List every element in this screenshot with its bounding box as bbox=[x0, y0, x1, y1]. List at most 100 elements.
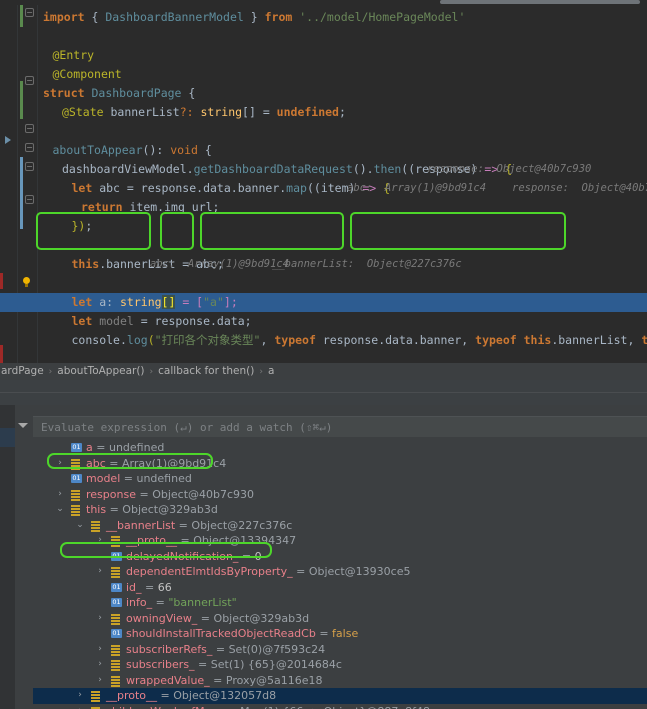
object-value-icon bbox=[111, 660, 120, 671]
code-token: "a" bbox=[203, 295, 224, 309]
variable-row[interactable]: 01 delayedNotification_ = 0 bbox=[33, 549, 647, 565]
variable-row[interactable]: › wrappedValue_ = Proxy@5a116e18 bbox=[33, 673, 647, 689]
code-line[interactable] bbox=[0, 236, 647, 255]
code-line[interactable]: aboutToAppear(): void { bbox=[0, 141, 647, 160]
variable-row[interactable]: ⌄ this = Object@329ab3d bbox=[33, 502, 647, 518]
code-token: ?: bbox=[179, 105, 201, 119]
object-value-icon bbox=[91, 520, 100, 532]
code-line[interactable]: dashboardViewModel.getDashboardDataReque… bbox=[0, 160, 647, 179]
code-token: getDashboardDataRequest bbox=[193, 162, 353, 176]
variable-row[interactable]: ⌄ __bannerList = Object@227c376c bbox=[33, 518, 647, 534]
variable-row[interactable]: › response = Object@40b7c930 bbox=[33, 487, 647, 503]
variable-name: info_ bbox=[126, 596, 153, 609]
variable-row[interactable]: › dependentElmtIdsByProperty_ = Object@13… bbox=[33, 564, 647, 580]
variable-row[interactable]: › subscriberRefs_ = Set(0)@7f593c24 bbox=[33, 642, 647, 658]
code-token: let bbox=[71, 295, 100, 309]
code-token: this bbox=[71, 257, 100, 271]
chevron-right-icon[interactable]: › bbox=[95, 673, 105, 689]
variable-row[interactable]: 01 model = undefined bbox=[33, 471, 647, 487]
variable-row[interactable]: › subscribers_ = Set(1) {65}@2014684c bbox=[33, 657, 647, 673]
variable-row[interactable]: › owningView_ = Object@329ab3d bbox=[33, 611, 647, 627]
code-line[interactable] bbox=[0, 27, 647, 46]
code-line[interactable]: @Component bbox=[0, 65, 647, 84]
variable-row[interactable]: 01 a = undefined bbox=[33, 440, 647, 456]
variable-row[interactable]: 01 info_ = "bannerList" bbox=[33, 595, 647, 611]
variables-tree[interactable]: 01 a = undefined › abc = Array(1)@9bd91c4 01… bbox=[33, 438, 647, 709]
variable-equals: = bbox=[197, 611, 214, 625]
object-value-icon bbox=[71, 458, 80, 470]
code-line[interactable]: return item.img_url; bbox=[0, 198, 647, 217]
variable-row[interactable]: › __proto__ = Object@13394347 bbox=[33, 533, 647, 549]
chevron-right-icon[interactable]: › bbox=[95, 611, 105, 627]
breadcrumb-item[interactable]: ardPage bbox=[0, 365, 45, 377]
code-token: = bbox=[133, 314, 155, 328]
chevron-right-icon[interactable]: › bbox=[95, 564, 105, 580]
object-value-icon bbox=[111, 644, 120, 656]
code-token: = [ bbox=[175, 295, 204, 309]
variable-value: undefined bbox=[136, 472, 192, 485]
object-value-icon bbox=[111, 613, 120, 625]
scrollbar-thumb[interactable] bbox=[440, 0, 640, 4]
code-line[interactable]: console.log("打印各个对象类型", typeof response.… bbox=[0, 331, 647, 350]
breadcrumb-item[interactable]: callback for then() bbox=[157, 365, 255, 377]
variable-value: Object@40b7c930 bbox=[152, 487, 255, 501]
variable-name: a bbox=[86, 441, 93, 454]
chevron-down-icon[interactable] bbox=[18, 423, 28, 428]
code-token: ; bbox=[85, 219, 93, 233]
variable-equals: = bbox=[194, 658, 211, 671]
chevron-right-icon[interactable]: › bbox=[55, 456, 65, 472]
chevron-right-icon[interactable]: › bbox=[95, 533, 105, 549]
code-line[interactable]: let a: string[] = ["a"]; bbox=[0, 293, 647, 312]
code-token: log bbox=[126, 333, 148, 347]
chevron-right-icon[interactable]: › bbox=[95, 657, 105, 673]
variable-name: response bbox=[86, 487, 136, 501]
code-token: map bbox=[286, 181, 307, 195]
chevron-down-icon[interactable]: ⌄ bbox=[75, 518, 85, 534]
variable-name: dependentElmtIdsByProperty_ bbox=[126, 565, 293, 578]
code-line[interactable]: @Entry bbox=[0, 46, 647, 65]
chevron-right-icon[interactable]: › bbox=[75, 688, 85, 704]
code-line[interactable]: import { DashboardBannerModel } from '..… bbox=[0, 8, 647, 27]
panel-divider-line bbox=[0, 392, 647, 393]
code-line[interactable]: let model = response.data; bbox=[0, 312, 647, 331]
evaluate-expression-bar[interactable]: Evaluate expression (↵) or add a watch (… bbox=[33, 416, 647, 437]
code-token: [] = bbox=[242, 105, 277, 119]
inline-debug-hint: abc: Array(1)@9bd91c4 bbox=[150, 258, 290, 270]
code-token: { bbox=[91, 10, 106, 24]
variable-row[interactable]: › __proto__ = Object@132057d8 bbox=[33, 688, 647, 704]
debugger-toolbar-strip[interactable] bbox=[0, 405, 15, 709]
variable-row[interactable]: 01 id_ = 66 bbox=[33, 580, 647, 596]
chevron-right-icon[interactable]: › bbox=[55, 487, 65, 503]
breadcrumb-separator: › bbox=[149, 367, 154, 377]
breadcrumb-item[interactable]: a bbox=[267, 365, 275, 377]
code-token: import bbox=[43, 10, 92, 24]
code-line[interactable]: }); bbox=[0, 217, 647, 236]
code-token: : bbox=[106, 295, 120, 309]
code-line[interactable]: this.bannerList = abc; abc: Array(1)@9bd9… bbox=[0, 255, 647, 274]
variable-equals: = bbox=[175, 518, 192, 532]
breadcrumb-item[interactable]: aboutToAppear() bbox=[56, 365, 145, 377]
chevron-right-icon[interactable]: › bbox=[75, 704, 85, 709]
code-token: .img_url; bbox=[157, 200, 220, 214]
inline-debug-hint: response: Object@40b7c bbox=[512, 182, 647, 194]
code-token: (): bbox=[142, 143, 171, 157]
code-token: item bbox=[129, 200, 158, 214]
code-editor[interactable]: − − − − − − import { DashboardBannerMode… bbox=[0, 5, 647, 388]
variable-row[interactable]: › childrenWeakrefMap_ = Map(1) {66 -> Obj… bbox=[33, 704, 647, 709]
chevron-down-icon[interactable]: ⌄ bbox=[55, 502, 65, 518]
variable-value: Object@329ab3d bbox=[213, 611, 310, 625]
code-token: typeof bbox=[274, 333, 323, 347]
code-token: , bbox=[260, 333, 275, 347]
code-token: response bbox=[322, 333, 379, 347]
primitive-value-icon: 01 bbox=[111, 598, 122, 607]
code-line[interactable]: struct DashboardPage { bbox=[0, 84, 647, 103]
code-line[interactable]: let abc = response.data.banner.map((item… bbox=[0, 179, 647, 198]
code-line[interactable] bbox=[0, 274, 647, 293]
chevron-right-icon[interactable]: › bbox=[95, 642, 105, 658]
variable-row[interactable]: 01 shouldInstallTrackedObjectReadCb = fal… bbox=[33, 626, 647, 642]
code-line[interactable] bbox=[0, 122, 647, 141]
code-line[interactable]: @State bannerList?: string[] = undefined… bbox=[0, 103, 647, 122]
variable-row[interactable]: › abc = Array(1)@9bd91c4 bbox=[33, 456, 647, 472]
breadcrumb[interactable]: ardPage › aboutToAppear() › callback for the… bbox=[0, 363, 647, 380]
variable-equals: = bbox=[106, 503, 123, 516]
